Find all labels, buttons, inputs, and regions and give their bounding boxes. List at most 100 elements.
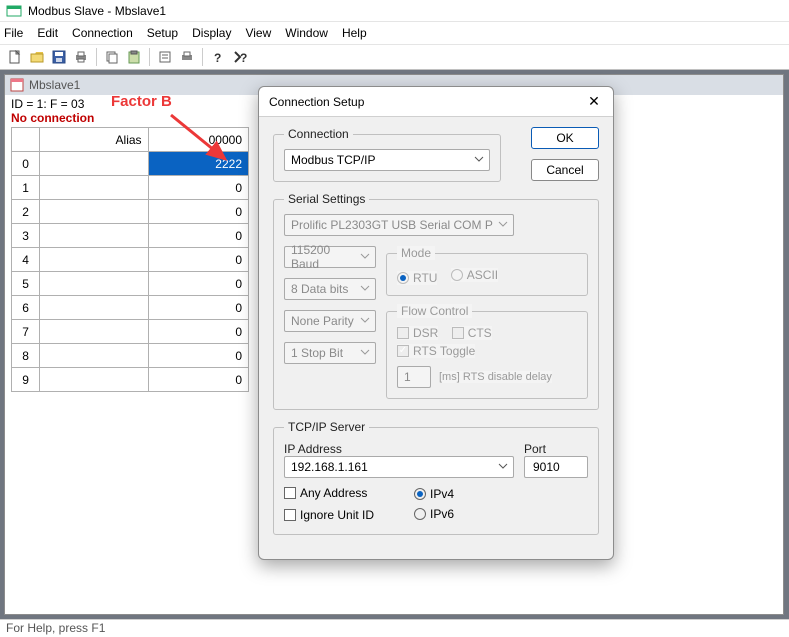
cell-value[interactable]: 0 — [148, 248, 248, 272]
port-input[interactable] — [524, 456, 588, 478]
cell-alias[interactable] — [40, 248, 148, 272]
table-row[interactable]: 10 — [12, 176, 249, 200]
new-icon[interactable] — [6, 48, 24, 66]
cell-value[interactable]: 0 — [148, 296, 248, 320]
table-row[interactable]: 80 — [12, 344, 249, 368]
cell-alias[interactable] — [40, 296, 148, 320]
rts-delay-input — [397, 366, 431, 388]
table-row[interactable]: 20 — [12, 200, 249, 224]
ip-label: IP Address — [284, 442, 514, 456]
cell-value[interactable]: 0 — [148, 320, 248, 344]
row-index: 5 — [12, 272, 40, 296]
menu-window[interactable]: Window — [285, 26, 328, 40]
ipv4-radio[interactable]: IPv4 — [414, 487, 454, 501]
ok-button[interactable]: OK — [531, 127, 599, 149]
cell-value[interactable]: 0 — [148, 224, 248, 248]
cell-value[interactable]: 0 — [148, 368, 248, 392]
connection-setup-dialog: Connection Setup ✕ OK Cancel Connection … — [258, 86, 614, 560]
table-row[interactable]: 90 — [12, 368, 249, 392]
ascii-radio: ASCII — [451, 268, 498, 282]
rtu-radio: RTU — [397, 271, 437, 285]
statusbar: For Help, press F1 — [0, 619, 789, 637]
chevron-down-icon — [473, 153, 485, 165]
cell-alias[interactable] — [40, 176, 148, 200]
serial-settings-group: Serial Settings Prolific PL2303GT USB Se… — [273, 192, 599, 410]
cell-alias[interactable] — [40, 224, 148, 248]
table-row[interactable]: 70 — [12, 320, 249, 344]
table-row[interactable]: 50 — [12, 272, 249, 296]
child-title-text: Mbslave1 — [29, 78, 80, 92]
cell-value[interactable]: 0 — [148, 176, 248, 200]
menu-view[interactable]: View — [245, 26, 271, 40]
copy-icon[interactable] — [103, 48, 121, 66]
context-help-icon[interactable]: ? — [231, 48, 249, 66]
table-row[interactable]: 02222 — [12, 152, 249, 176]
cell-alias[interactable] — [40, 320, 148, 344]
dsr-check: DSR — [397, 326, 438, 340]
ip-address-combo[interactable]: 192.168.1.161 — [284, 456, 514, 478]
print-icon[interactable] — [72, 48, 90, 66]
parity-combo: None Parity — [284, 310, 376, 332]
menu-file[interactable]: File — [4, 26, 23, 40]
serial-port-combo: Prolific PL2303GT USB Serial COM Port (C… — [284, 214, 514, 236]
chevron-down-icon — [359, 314, 371, 326]
cell-alias[interactable] — [40, 152, 148, 176]
cancel-button[interactable]: Cancel — [531, 159, 599, 181]
table-row[interactable]: 30 — [12, 224, 249, 248]
cell-value[interactable]: 2222 — [148, 152, 248, 176]
any-address-check[interactable]: Any Address — [284, 486, 367, 500]
col-value[interactable]: 00000 — [148, 128, 248, 152]
tcp-legend: TCP/IP Server — [284, 420, 369, 434]
paste-icon[interactable] — [125, 48, 143, 66]
status-help: For Help, press F1 — [6, 621, 105, 635]
save-icon[interactable] — [50, 48, 68, 66]
app-title: Modbus Slave - Mbslave1 — [28, 4, 166, 18]
help-icon[interactable]: ? — [209, 48, 227, 66]
open-icon[interactable] — [28, 48, 46, 66]
svg-text:?: ? — [214, 51, 221, 64]
cell-value[interactable]: 0 — [148, 272, 248, 296]
cell-value[interactable]: 0 — [148, 344, 248, 368]
row-index: 6 — [12, 296, 40, 320]
menu-edit[interactable]: Edit — [37, 26, 58, 40]
ipv6-radio[interactable]: IPv6 — [414, 507, 454, 521]
databits-combo: 8 Data bits — [284, 278, 376, 300]
chevron-down-icon — [359, 250, 371, 262]
close-icon[interactable]: ✕ — [585, 93, 603, 111]
register-table: Alias 00000 02222102030405060708090 — [11, 127, 249, 392]
cell-alias[interactable] — [40, 272, 148, 296]
cell-value[interactable]: 0 — [148, 200, 248, 224]
cell-alias[interactable] — [40, 344, 148, 368]
svg-text:?: ? — [240, 51, 247, 64]
menu-help[interactable]: Help — [342, 26, 367, 40]
toolbar-separator — [202, 48, 203, 66]
table-row[interactable]: 60 — [12, 296, 249, 320]
row-index: 4 — [12, 248, 40, 272]
chevron-down-icon — [359, 346, 371, 358]
ignore-unitid-check[interactable]: Ignore Unit ID — [284, 508, 374, 522]
connection-group: Connection Modbus TCP/IP — [273, 127, 501, 182]
print2-icon[interactable] — [178, 48, 196, 66]
chevron-down-icon — [497, 218, 509, 230]
row-index: 7 — [12, 320, 40, 344]
col-alias[interactable]: Alias — [40, 128, 148, 152]
props-icon[interactable] — [156, 48, 174, 66]
row-index: 9 — [12, 368, 40, 392]
cell-alias[interactable] — [40, 368, 148, 392]
flow-legend: Flow Control — [397, 304, 472, 318]
menu-connection[interactable]: Connection — [72, 26, 133, 40]
table-row[interactable]: 40 — [12, 248, 249, 272]
connection-type-combo[interactable]: Modbus TCP/IP — [284, 149, 490, 171]
stopbit-combo: 1 Stop Bit — [284, 342, 376, 364]
doc-icon — [9, 77, 25, 93]
rts-toggle-check: RTS Toggle — [397, 344, 475, 358]
flow-control-group: Flow Control DSR CTS RTS Toggle [ms] RTS… — [386, 304, 588, 399]
serial-legend: Serial Settings — [284, 192, 369, 206]
dialog-titlebar[interactable]: Connection Setup ✕ — [259, 87, 613, 117]
port-label: Port — [524, 442, 588, 456]
connection-legend: Connection — [284, 127, 353, 141]
menu-setup[interactable]: Setup — [147, 26, 178, 40]
baud-combo: 115200 Baud — [284, 246, 376, 268]
menu-display[interactable]: Display — [192, 26, 231, 40]
cell-alias[interactable] — [40, 200, 148, 224]
